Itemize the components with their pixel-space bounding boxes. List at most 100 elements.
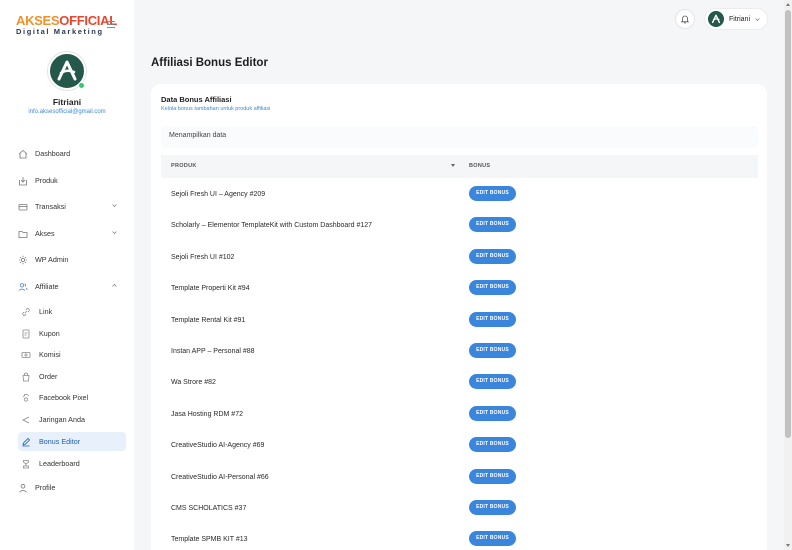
table-header: PRODUK BONUS: [161, 155, 758, 178]
sidebar-item-jaringan-anda[interactable]: Jaringan Anda: [18, 410, 126, 429]
sidebar-item-label: Leaderboard: [39, 459, 80, 468]
sidebar-item-label: WP Admin: [35, 255, 69, 264]
edit-bonus-button[interactable]: EDIT BONUS: [469, 311, 516, 327]
sidebar-item-kupon[interactable]: Kupon: [18, 324, 126, 343]
sort-desc-icon[interactable]: [451, 164, 455, 167]
product-name: Instan APP – Personal #88: [171, 348, 255, 355]
sidebar-item-akses[interactable]: Akses: [14, 224, 126, 243]
sidebar-item-label: Order: [39, 372, 58, 381]
edit-bonus-button[interactable]: EDIT BONUS: [469, 437, 516, 453]
profile-name: Fitriani: [52, 97, 82, 107]
table-row: Scholarly – Elementor TemplateKit with C…: [161, 210, 758, 241]
column-header-produk[interactable]: PRODUK: [171, 163, 197, 169]
box-icon: [17, 175, 29, 187]
sidebar-item-label: Transaksi: [35, 202, 66, 211]
sidebar-item-label: Dashboard: [35, 149, 71, 158]
sidebar: AKSESOFFICIAL Digital Marketing Fitriani…: [0, 0, 134, 550]
bonus-card: Data Bonus Affiliasi Kelola bonus tambah…: [151, 84, 767, 550]
product-name: Wa Strore #82: [171, 379, 216, 387]
ticket-icon: [20, 328, 32, 340]
edit-bonus-button[interactable]: EDIT BONUS: [469, 248, 516, 264]
link-icon: [20, 306, 32, 318]
table-row: Template Rental Kit #91 EDIT BONUS: [161, 305, 758, 336]
sidebar-item-label: Facebook Pixel: [39, 393, 89, 402]
product-name: Template SPMB KIT #13: [171, 536, 248, 544]
table-row: CreativeStudio AI-Agency #69 EDIT BONUS: [161, 430, 758, 461]
product-name: CreativeStudio AI-Personal #66: [171, 473, 269, 481]
page-scrollbar[interactable]: [784, 0, 792, 550]
sidebar-item-label: Akses: [35, 229, 55, 238]
product-name: CMS SCHOLATICS #37: [171, 505, 247, 512]
logo-text-akses: AKSES: [16, 13, 60, 28]
edit-bonus-button[interactable]: EDIT BONUS: [469, 186, 516, 201]
sidebar-item-dashboard[interactable]: Dashboard: [14, 144, 126, 163]
user-menu-name: Fitriani: [729, 15, 751, 23]
scroll-down-icon[interactable]: [786, 544, 790, 547]
sidebar-item-bonus-editor[interactable]: Bonus Editor: [18, 432, 126, 451]
edit-icon: [20, 436, 32, 448]
table-row: CreativeStudio AI-Personal #66 EDIT BONUS: [161, 462, 758, 493]
sidebar-item-label: Link: [39, 307, 53, 316]
sidebar-item-label: Profile: [35, 483, 56, 492]
product-name: Jasa Hosting RDM #72: [171, 410, 243, 418]
home-icon: [17, 148, 29, 160]
gear-icon: [17, 254, 29, 266]
edit-bonus-button[interactable]: EDIT BONUS: [469, 343, 516, 358]
table-row: Template SPMB KIT #13 EDIT BONUS: [161, 524, 758, 550]
money-icon: [20, 349, 32, 361]
edit-bonus-button[interactable]: EDIT BONUS: [469, 500, 516, 515]
notification-bell-icon[interactable]: [675, 9, 695, 29]
logo-tagline: Digital Marketing: [16, 27, 104, 36]
table-row: Instan APP – Personal #88 EDIT BONUS: [161, 336, 758, 367]
profile-email: info.aksesofficial@gmail.com: [28, 109, 106, 115]
sidebar-item-wp-admin[interactable]: WP Admin: [14, 250, 126, 269]
product-name: Template Properti Kit #94: [171, 285, 250, 293]
scroll-thumb[interactable]: [785, 10, 791, 438]
sidebar-item-label: Produk: [35, 176, 58, 185]
sidebar-item-order[interactable]: Order: [18, 367, 126, 386]
table-row: Sejoli Fresh UI – Agency #209 EDIT BONUS: [161, 179, 758, 210]
sidebar-item-profile[interactable]: Profile: [14, 478, 126, 497]
trophy-icon: [20, 458, 32, 470]
edit-bonus-button[interactable]: EDIT BONUS: [469, 531, 516, 547]
table-row: CMS SCHOLATICS #37 EDIT BONUS: [161, 493, 758, 524]
scroll-up-icon[interactable]: [786, 3, 790, 6]
profile-avatar[interactable]: [48, 52, 86, 90]
folder-icon: [17, 228, 29, 240]
table-row: Template Properti Kit #94 EDIT BONUS: [161, 273, 758, 304]
brand-logo[interactable]: AKSESOFFICIAL Digital Marketing: [16, 14, 117, 37]
user-avatar: [708, 11, 724, 27]
sidebar-item-komisi[interactable]: Komisi: [18, 345, 126, 364]
sidebar-item-label: Bonus Editor: [39, 437, 81, 446]
table-row: Sejoli Fresh UI #102 EDIT BONUS: [161, 242, 758, 273]
topbar: Fitriani: [134, 0, 782, 38]
card-subtitle: Kelola bonus tambahan untuk produk affil…: [161, 106, 271, 112]
menu-toggle-icon[interactable]: [107, 21, 115, 28]
sidebar-item-label: Affiliate: [35, 282, 59, 291]
chevron-down-icon: [112, 231, 117, 235]
sidebar-item-transaksi[interactable]: Transaksi: [14, 197, 126, 216]
users-icon: [17, 281, 29, 293]
edit-bonus-button[interactable]: EDIT BONUS: [469, 468, 516, 484]
avatar-letter-icon: [57, 60, 77, 81]
sidebar-item-label: Jaringan Anda: [39, 415, 85, 424]
edit-bonus-button[interactable]: EDIT BONUS: [469, 374, 516, 390]
pixel-icon: [20, 392, 32, 404]
card-title: Data Bonus Affiliasi: [161, 95, 232, 104]
chevron-down-icon: [112, 204, 117, 208]
sidebar-item-affiliate[interactable]: Affiliate: [14, 277, 126, 296]
online-status-dot: [78, 82, 85, 89]
sidebar-item-leaderboard[interactable]: Leaderboard: [18, 454, 126, 473]
sidebar-item-produk[interactable]: Produk: [14, 171, 126, 190]
chevron-up-icon: [112, 283, 117, 287]
edit-bonus-button[interactable]: EDIT BONUS: [469, 405, 516, 421]
chevron-down-icon: [755, 17, 760, 21]
table-row: Wa Strore #82 EDIT BONUS: [161, 367, 758, 398]
edit-bonus-button[interactable]: EDIT BONUS: [469, 280, 516, 296]
edit-bonus-button[interactable]: EDIT BONUS: [469, 217, 516, 233]
sidebar-item-facebook-pixel[interactable]: Facebook Pixel: [18, 388, 126, 407]
sidebar-item-label: Kupon: [39, 329, 60, 338]
user-menu[interactable]: Fitriani: [704, 8, 768, 30]
wallet-icon: [17, 201, 29, 213]
sidebar-item-link[interactable]: Link: [18, 302, 126, 321]
